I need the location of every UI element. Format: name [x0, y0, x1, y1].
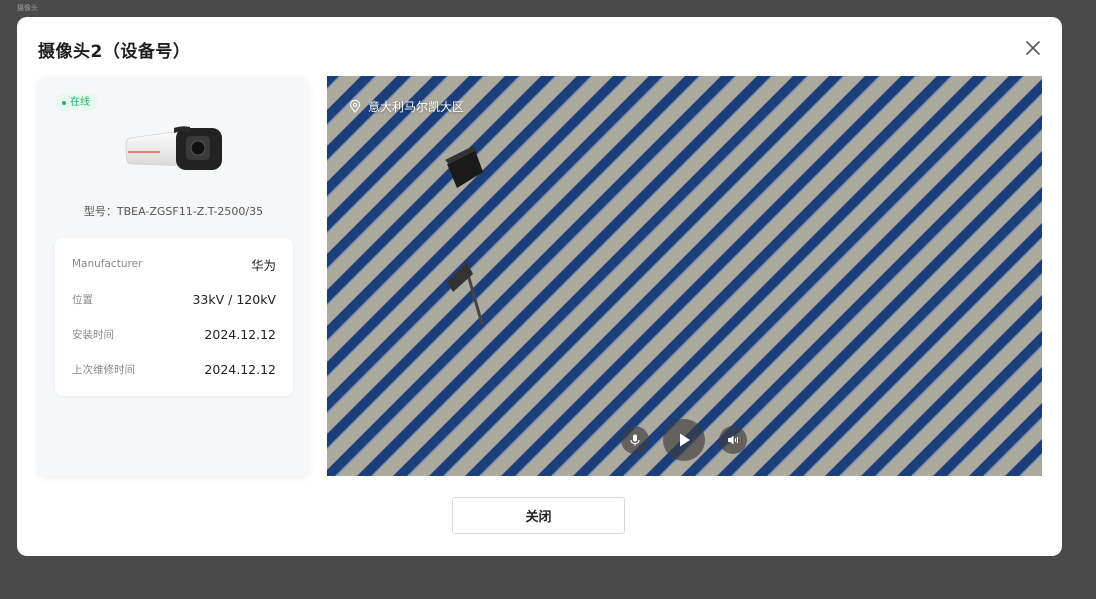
page-label: 摄像头 [17, 4, 38, 12]
info-key: 安装时间 [72, 328, 114, 341]
camera-image [125, 126, 222, 170]
info-key: 位置 [72, 293, 93, 306]
close-icon[interactable] [1024, 39, 1042, 57]
info-row-location: 位置 33kV / 120kV [72, 290, 276, 308]
volume-icon [728, 435, 738, 445]
camera-detail-modal: 摄像头2（设备号） 在线 型号：TBEA-ZGSF11-Z.T-2500/35 [17, 17, 1062, 556]
info-table: Manufacturer 华为 位置 33kV / 120kV 安装时间 202… [55, 238, 293, 396]
microphone-icon [630, 434, 640, 446]
info-value: 33kV / 120kV [192, 291, 276, 307]
info-row-install-time: 安装时间 2024.12.12 [72, 325, 276, 343]
device-info-card: 在线 型号：TBEA-ZGSF11-Z.T-2500/35 Manufactur… [38, 77, 309, 476]
info-row-manufacturer: Manufacturer 华为 [72, 255, 276, 273]
video-player[interactable]: 意大利马尔凯大区 [327, 76, 1042, 476]
status-badge: 在线 [55, 94, 98, 111]
microphone-button[interactable] [621, 426, 649, 454]
status-text: 在线 [70, 97, 90, 108]
info-value: 华为 [250, 257, 276, 273]
info-key: Manufacturer [72, 258, 143, 270]
status-dot-icon [62, 100, 66, 105]
info-value: 2024.12.12 [204, 326, 276, 342]
modal-title: 摄像头2（设备号） [38, 42, 191, 62]
info-value: 2024.12.12 [204, 361, 276, 377]
play-icon [680, 433, 690, 447]
info-row-last-repair: 上次维修时间 2024.12.12 [72, 360, 276, 378]
location-label: 意大利马尔凯大区 [349, 98, 464, 115]
play-button[interactable] [663, 419, 705, 461]
info-key: 上次维修时间 [72, 363, 135, 376]
volume-button[interactable] [719, 426, 747, 454]
model-number: 型号：TBEA-ZGSF11-Z.T-2500/35 [83, 205, 264, 218]
close-button[interactable]: 关闭 [452, 497, 625, 534]
solar-farm-video-frame [327, 76, 1042, 476]
location-text: 意大利马尔凯大区 [368, 100, 465, 114]
location-pin-icon [349, 100, 361, 113]
